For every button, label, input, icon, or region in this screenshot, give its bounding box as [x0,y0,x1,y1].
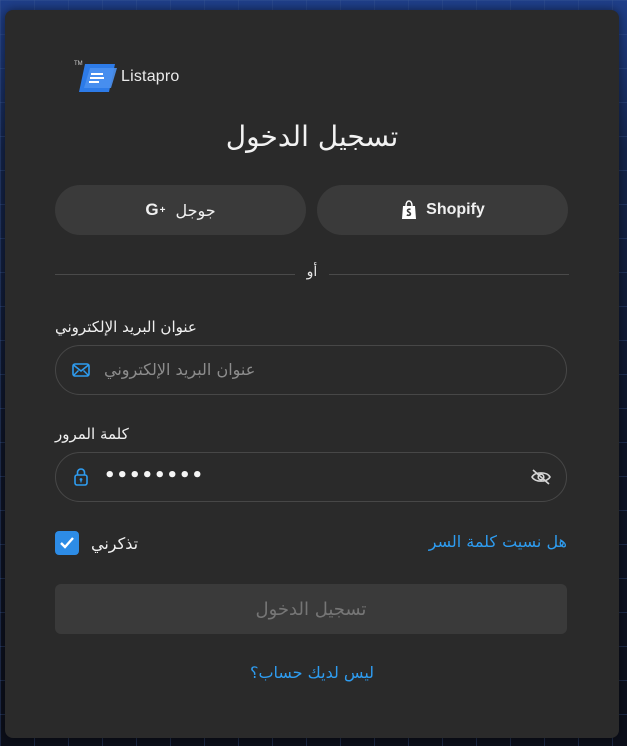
email-field[interactable]: عنوان البريد الإلكتروني [55,345,567,395]
password-field[interactable]: •••••••• [55,452,567,502]
divider-or: أو [306,264,318,280]
google-icon: G + [145,200,166,219]
google-login-label: جوجل [175,200,216,220]
trademark-mark: TM [74,61,83,67]
shopify-login-button[interactable]: Shopify [317,185,568,235]
brand-name: Listapro [121,68,180,85]
eye-off-icon[interactable] [530,468,552,486]
divider-line-right [329,274,569,275]
email-label: عنوان البريد الإلكتروني [55,318,197,336]
brand-logo: TM Listapro [73,58,180,96]
divider-line-left [55,274,295,275]
shopify-bag-icon [400,200,418,220]
login-card: TM Listapro تسجيل الدخول G + جوجل Shopify… [5,10,619,738]
remember-label: تذكرني [91,533,139,553]
password-label: كلمة المرور [55,425,129,443]
signup-link[interactable]: ليس لديك حساب؟ [5,663,619,682]
shopify-login-label: Shopify [426,201,485,218]
forgot-password-link[interactable]: هل نسيت كلمة السر [429,532,567,551]
mail-icon [72,361,90,379]
lock-icon [72,468,90,486]
google-login-button[interactable]: G + جوجل [55,185,306,235]
password-value: •••••••• [104,465,205,486]
listapro-logo-icon: TM [73,58,119,96]
email-placeholder: عنوان البريد الإلكتروني [104,360,256,379]
page-title: تسجيل الدخول [225,120,399,153]
remember-checkbox[interactable] [55,531,79,555]
remember-me[interactable]: تذكرني [55,531,138,555]
check-icon [60,537,74,549]
login-submit-button[interactable]: تسجيل الدخول [55,584,567,634]
